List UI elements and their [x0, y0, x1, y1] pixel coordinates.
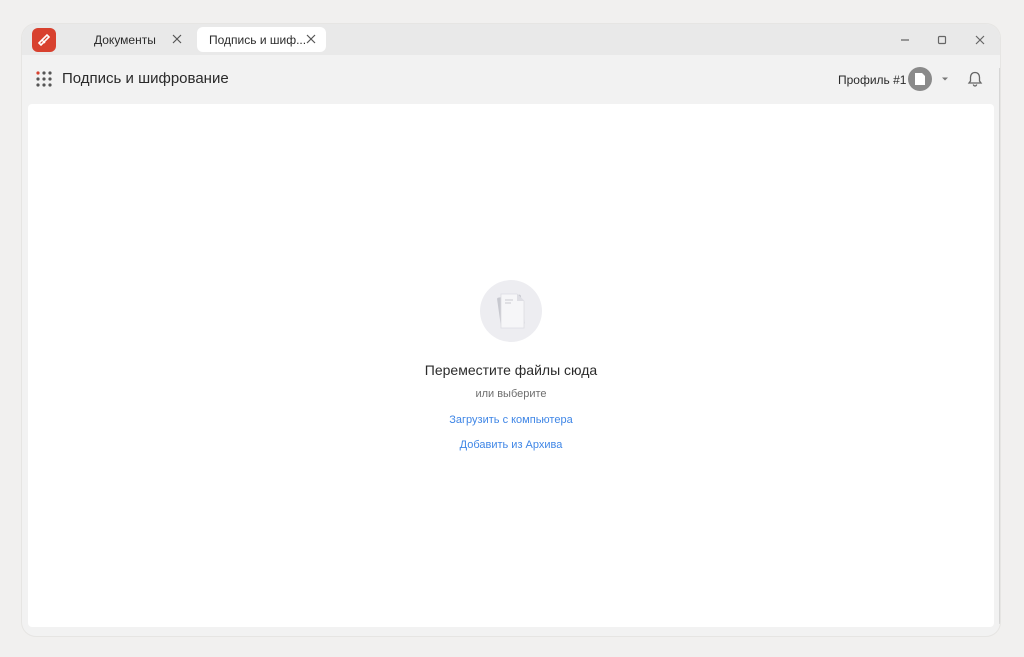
chevron-down-icon[interactable]: [939, 73, 951, 85]
scrollbar[interactable]: [999, 68, 1000, 624]
upload-from-computer-link[interactable]: Загрузить с компьютера: [449, 414, 572, 426]
tab-signature-encryption[interactable]: Подпись и шиф...: [197, 27, 326, 52]
drop-or-text: или выберите: [475, 388, 547, 400]
page-title: Подпись и шифрование: [62, 70, 229, 87]
app-window: Документы Подпись и шиф... Подпись и шиф…: [22, 24, 1000, 636]
close-icon[interactable]: [972, 32, 988, 48]
tab-documents[interactable]: Документы: [82, 27, 192, 52]
drop-area[interactable]: Переместите файлы сюда или выберите Загр…: [28, 104, 994, 627]
add-from-archive-link[interactable]: Добавить из Архива: [460, 439, 563, 451]
tab-label: Подпись и шиф...: [209, 32, 307, 47]
app-header: Подпись и шифрование Профиль #1: [22, 55, 1000, 104]
file-drop-zone: Переместите файлы сюда или выберите Загр…: [28, 280, 994, 451]
documents-icon: [480, 280, 542, 342]
title-bar: Документы Подпись и шиф...: [22, 24, 1000, 55]
maximize-icon[interactable]: [934, 32, 950, 48]
profile-name[interactable]: Профиль #1: [838, 73, 906, 87]
minimize-icon[interactable]: [897, 32, 913, 48]
bell-icon[interactable]: [966, 70, 984, 88]
close-icon[interactable]: [304, 32, 318, 46]
tab-label: Документы: [94, 32, 156, 47]
avatar-icon[interactable]: [908, 67, 932, 91]
drop-title: Переместите файлы сюда: [424, 362, 598, 378]
close-icon[interactable]: [170, 32, 184, 46]
grid-icon[interactable]: [36, 71, 52, 87]
app-logo-icon: [32, 28, 56, 52]
